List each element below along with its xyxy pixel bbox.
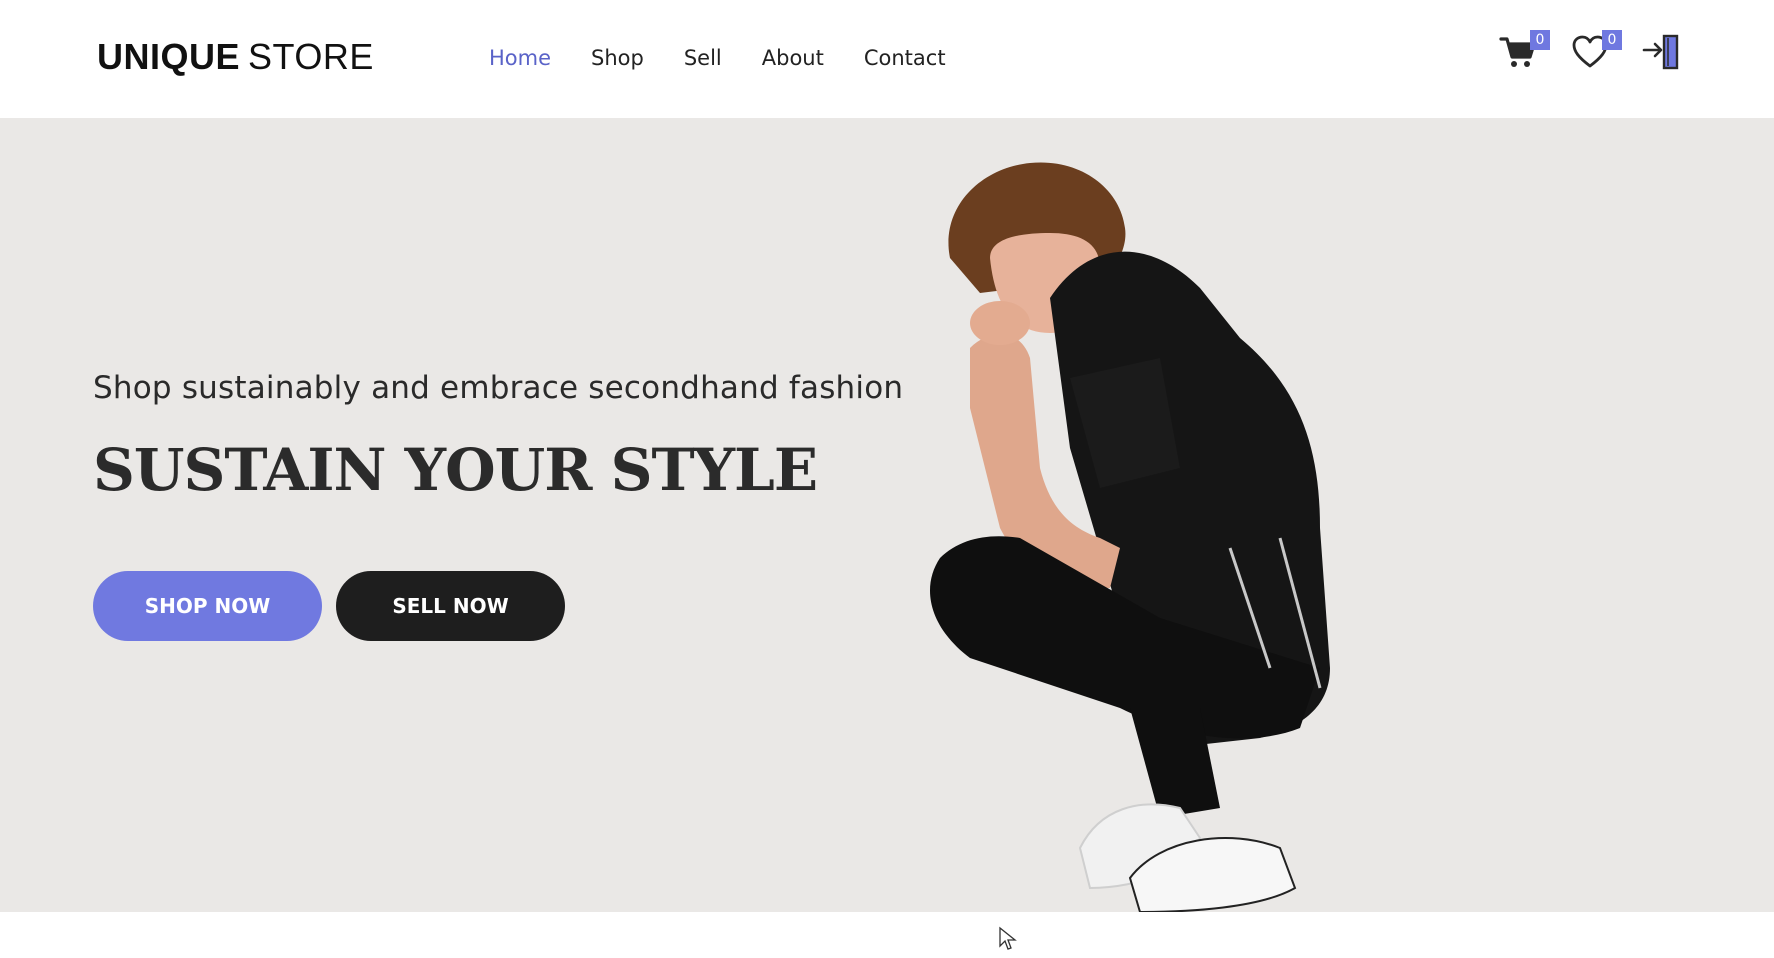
model-image <box>930 162 1330 912</box>
sell-now-button[interactable]: SELL NOW <box>336 571 565 641</box>
login-icon <box>1642 34 1679 70</box>
nav-contact-link[interactable]: Contact <box>864 46 946 70</box>
logo-bold-text: UNIQUE <box>97 36 241 77</box>
hero-section: Shop sustainably and embrace secondhand … <box>0 118 1774 912</box>
nav-sell-link[interactable]: Sell <box>684 46 722 70</box>
site-header: UNIQUE STORE Home Shop Sell About Contact… <box>0 0 1774 118</box>
login-button[interactable] <box>1642 32 1682 72</box>
hero-title: SUSTAIN YOUR STYLE <box>93 436 818 504</box>
main-nav: Home Shop Sell About Contact <box>489 46 986 70</box>
shop-now-button[interactable]: SHOP NOW <box>93 571 322 641</box>
logo-light-text: STORE <box>248 36 374 77</box>
wishlist-button[interactable]: 0 <box>1570 30 1622 72</box>
nav-shop-link[interactable]: Shop <box>591 46 644 70</box>
mouse-cursor-icon <box>999 926 1017 950</box>
cart-count-badge: 0 <box>1530 30 1550 50</box>
nav-about-link[interactable]: About <box>762 46 824 70</box>
header-icons: 0 0 <box>1498 30 1682 72</box>
hero-subtitle: Shop sustainably and embrace secondhand … <box>93 370 904 406</box>
wishlist-count-badge: 0 <box>1602 30 1622 50</box>
nav-home-link[interactable]: Home <box>489 46 551 70</box>
site-logo[interactable]: UNIQUE STORE <box>97 36 374 78</box>
cart-button[interactable]: 0 <box>1498 30 1550 72</box>
